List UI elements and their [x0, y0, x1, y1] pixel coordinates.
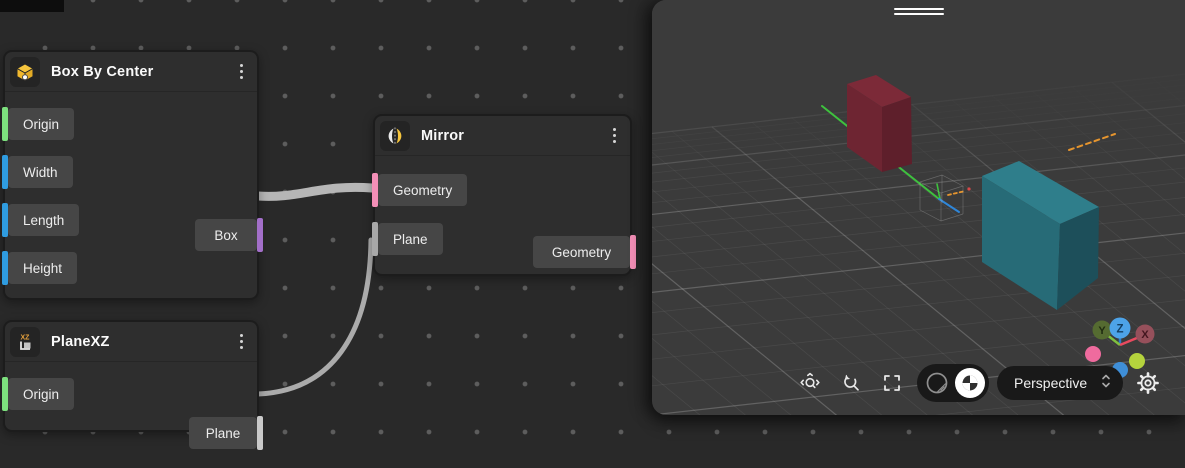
node-header[interactable]: Mirror [375, 116, 630, 156]
gizmo-z-label: Z [1116, 324, 1123, 336]
port-color-bar [2, 251, 8, 285]
port-label: Height [23, 261, 62, 276]
wireframe-sphere-icon[interactable] [924, 370, 950, 396]
viewport-scene: Y X Z [652, 0, 1185, 415]
input-port-origin[interactable]: Origin [8, 378, 74, 410]
port-label: Origin [23, 387, 59, 402]
port-label: Length [23, 213, 64, 228]
scene-object-mirrored-box[interactable] [847, 75, 912, 172]
input-port-length[interactable]: Length [8, 204, 79, 236]
gizmo-z-ball[interactable] [1110, 318, 1131, 339]
gear-icon[interactable] [1136, 371, 1160, 395]
port-label: Plane [206, 426, 241, 441]
port-label: Plane [393, 232, 428, 247]
origin-wireframe-box [920, 175, 963, 221]
camera-mode-select[interactable]: Perspective [997, 366, 1123, 400]
viewport-3d[interactable]: Y X Z [652, 0, 1185, 415]
gizmo-x-label: X [1141, 329, 1149, 341]
input-port-plane[interactable]: Plane [378, 223, 443, 255]
camera-mode-value: Perspective [1014, 375, 1087, 391]
output-port-geometry[interactable]: Geometry [533, 236, 630, 268]
kebab-menu-icon[interactable] [236, 330, 248, 354]
node-header[interactable]: Box By Center [5, 52, 257, 92]
gizmo-y-label: Y [1098, 325, 1106, 337]
pan-zoom-icon[interactable] [799, 372, 821, 394]
node-title: Box By Center [51, 64, 154, 80]
port-label: Origin [23, 117, 59, 132]
box-by-center-icon [10, 57, 40, 87]
kebab-menu-icon[interactable] [609, 124, 621, 148]
node-planexz[interactable]: XZ PlaneXZ Origin Plane [3, 320, 259, 432]
output-port-box[interactable]: Box [195, 219, 257, 251]
port-label: Width [23, 165, 58, 180]
port-color-bar [2, 107, 8, 141]
port-color-bar [630, 235, 636, 269]
gizmo-x-ball[interactable] [1136, 325, 1155, 344]
gizmo-y-ball[interactable] [1093, 321, 1112, 340]
port-label: Geometry [393, 183, 452, 198]
kebab-menu-icon[interactable] [236, 60, 248, 84]
node-title: PlaneXZ [51, 334, 110, 350]
grid-horizon-fade [652, 0, 1185, 210]
viewport-grid [652, 0, 1185, 415]
topleft-bar [0, 0, 64, 12]
shading-toggle[interactable] [917, 364, 989, 402]
mirror-icon [380, 121, 410, 151]
port-label: Box [214, 228, 237, 243]
port-color-bar [2, 155, 8, 189]
port-color-bar [372, 222, 378, 256]
zoom-selected-icon[interactable] [840, 372, 862, 394]
drag-handle-icon[interactable] [894, 8, 944, 18]
gizmo-negative-x-dot[interactable] [1085, 346, 1101, 362]
plane-xz-icon-label: XZ [21, 334, 31, 341]
input-port-width[interactable]: Width [8, 156, 73, 188]
node-header[interactable]: XZ PlaneXZ [5, 322, 257, 362]
viewport-toolbar: Perspective [799, 364, 1160, 402]
output-port-plane[interactable]: Plane [189, 417, 257, 449]
shaded-sphere-icon[interactable] [955, 368, 985, 398]
input-port-origin[interactable]: Origin [8, 108, 74, 140]
port-color-bar [2, 377, 8, 411]
plane-xz-icon: XZ [10, 327, 40, 357]
port-color-bar [257, 218, 263, 252]
input-port-height[interactable]: Height [8, 252, 77, 284]
fullscreen-icon[interactable] [881, 372, 903, 394]
port-color-bar [372, 173, 378, 207]
up-down-chevron-icon [1101, 372, 1111, 395]
node-mirror[interactable]: Mirror Geometry Plane Geometry [373, 114, 632, 276]
scene-object-source-box[interactable] [982, 161, 1099, 310]
world-axis-lines [822, 106, 1115, 212]
app-window: Box By Center Origin Width Length Height… [0, 0, 1185, 468]
port-label: Geometry [552, 245, 611, 260]
port-color-bar [2, 203, 8, 237]
port-color-bar [257, 416, 263, 450]
input-port-geometry[interactable]: Geometry [378, 174, 467, 206]
node-box-by-center[interactable]: Box By Center Origin Width Length Height… [3, 50, 259, 300]
node-title: Mirror [421, 128, 464, 144]
